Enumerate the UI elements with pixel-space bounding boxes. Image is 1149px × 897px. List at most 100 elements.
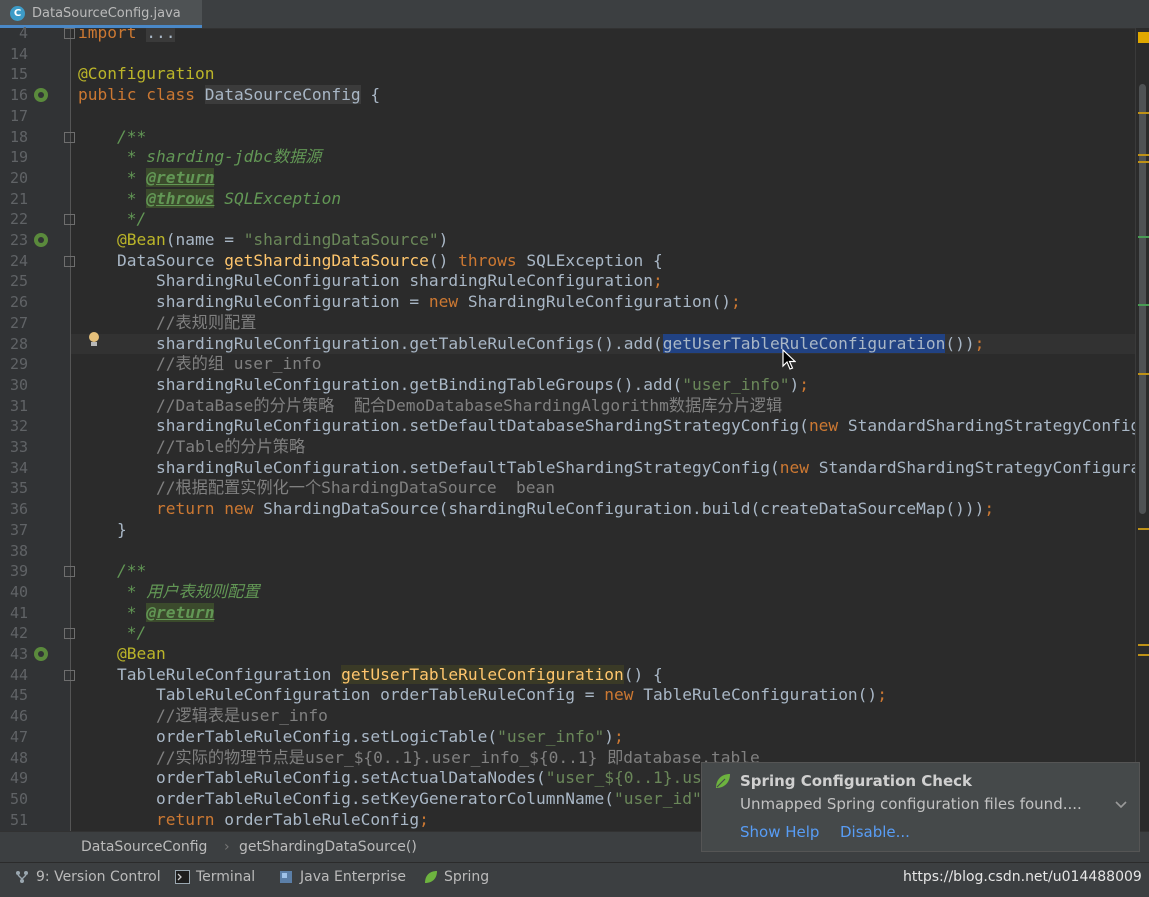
code-line: DataSource getShardingDataSource() throw… (78, 250, 663, 270)
code-line: //表规则配置 (155, 312, 257, 332)
java-enterprise-button[interactable]: Java Enterprise (279, 869, 406, 889)
show-help-link[interactable]: Show Help (740, 823, 819, 841)
code-line: return orderTableRuleConfig; (155, 809, 429, 829)
editor-tab[interactable]: C DataSourceConfig.java (0, 0, 202, 28)
line-number: 15 (9, 65, 28, 84)
line-number: 35 (9, 479, 28, 498)
line-number: 16 (9, 86, 28, 105)
line-number: 46 (9, 707, 28, 726)
code-line: orderTableRuleConfig.setLogicTable("user… (78, 726, 624, 746)
mouse-cursor-icon (782, 349, 796, 370)
spring-bean-gutter-icon[interactable] (34, 647, 48, 661)
line-number: 42 (9, 624, 28, 643)
line-number: 18 (9, 127, 28, 146)
line-number: 19 (9, 148, 28, 167)
java-enterprise-icon (280, 871, 292, 883)
line-number: 30 (9, 375, 28, 394)
spring-notification-balloon[interactable]: Spring Configuration Check Unmapped Spri… (701, 762, 1140, 852)
version-control-icon (16, 871, 28, 883)
inspection-status-icon[interactable] (1138, 32, 1149, 43)
code-line: /** (116, 126, 147, 146)
code-line: */ (78, 209, 147, 229)
code-line: orderTableRuleConfig.setKeyGeneratorColu… (78, 788, 702, 808)
line-number: 51 (9, 810, 28, 829)
editor-tab-bar: C DataSourceConfig.java (0, 0, 1149, 29)
line-number: 33 (9, 438, 28, 456)
code-line: //DataBase的分片策略 配合DemoDatabaseShardingAl… (155, 395, 783, 415)
spring-leaf-icon (716, 774, 730, 788)
spring-bean-gutter-icon[interactable] (34, 233, 48, 247)
code-line: shardingRuleConfiguration.setDefaultData… (78, 416, 1135, 436)
line-number: 47 (9, 727, 28, 746)
line-number: 17 (9, 106, 28, 125)
watermark-text: https://blog.csdn.net/u014488009 (903, 869, 1142, 885)
code-line: orderTableRuleConfig.setActualDataNodes(… (78, 768, 702, 788)
line-number: 45 (9, 686, 28, 705)
spring-button[interactable]: Spring (423, 869, 489, 889)
tool-window-bar: 9: Version Control Terminal Java Enterpr… (0, 862, 1149, 897)
breadcrumb-separator: › (224, 839, 230, 855)
notification-title: Spring Configuration Check (740, 772, 973, 790)
terminal-icon (175, 870, 190, 884)
code-line: shardingRuleConfiguration.getBindingTabl… (78, 374, 809, 394)
line-number: 22 (9, 210, 28, 229)
spring-bean-gutter-icon[interactable] (34, 88, 48, 103)
line-number: 38 (9, 541, 28, 560)
code-line: shardingRuleConfiguration.getTableRuleCo… (78, 333, 985, 353)
breadcrumb-method[interactable]: getShardingDataSource() (239, 839, 417, 855)
line-number: 39 (9, 562, 28, 581)
line-number: 50 (9, 789, 28, 808)
code-line: shardingRuleConfiguration.setDefaultTabl… (78, 457, 1135, 477)
lightbulb-icon[interactable] (88, 332, 100, 346)
code-line: @Bean (116, 644, 166, 663)
code-line: TableRuleConfiguration orderTableRuleCon… (78, 685, 887, 705)
line-number: 31 (9, 396, 28, 415)
editor-scrollbar[interactable] (1135, 28, 1149, 831)
code-line: } (78, 519, 127, 539)
code-line: * 用户表规则配置 (78, 581, 260, 601)
code-line: //逻辑表是user_info (155, 706, 328, 726)
line-number: 34 (9, 458, 28, 477)
line-number: 4 (18, 24, 28, 42)
editor-tab-label: DataSourceConfig.java (32, 6, 181, 21)
terminal-button[interactable]: Terminal (175, 869, 255, 889)
line-number-gutter[interactable]: 4 14 15 16 17 18 19 20 21 22 23 24 25 26 27 28 29 30 31 32 3… (0, 24, 75, 831)
line-number: 26 (9, 293, 28, 312)
code-line: /** (116, 561, 147, 581)
line-number: 14 (9, 44, 28, 63)
line-number: 41 (9, 603, 28, 622)
code-line: ShardingRuleConfiguration shardingRuleCo… (78, 271, 663, 291)
code-line: return new ShardingDataSource(shardingRu… (155, 499, 995, 519)
line-number: 44 (9, 665, 28, 684)
line-number: 40 (9, 582, 28, 601)
code-editor[interactable]: import ... @Configuration public class Dat… (71, 28, 1135, 831)
line-number: 27 (9, 313, 28, 332)
code-line: * @throws SQLException (78, 188, 342, 208)
line-number: 21 (9, 189, 28, 208)
disable-link[interactable]: Disable... (840, 823, 910, 841)
notification-message: Unmapped Spring configuration files foun… (740, 795, 1082, 813)
line-number: 23 (9, 231, 28, 249)
chevron-down-icon[interactable] (1114, 797, 1128, 811)
line-number: 49 (9, 769, 28, 788)
code-line: public class DataSourceConfig { (78, 85, 381, 105)
code-line: * @return (78, 167, 215, 187)
code-line: @Bean(name = "shardingDataSource") (116, 230, 449, 249)
line-number: 37 (9, 520, 28, 539)
code-line: */ (78, 623, 147, 643)
code-line: //根据配置实例化一个ShardingDataSource bean (155, 478, 556, 498)
breadcrumb-class[interactable]: DataSourceConfig (81, 839, 207, 855)
code-line: shardingRuleConfiguration = new Sharding… (78, 292, 741, 312)
code-line: //实际的物理节点是user_${0..1}.user_info_${0..1}… (155, 747, 760, 767)
spring-icon (425, 871, 437, 883)
code-line: import ... (78, 28, 176, 43)
code-line: //表的组 user_info (155, 354, 322, 374)
line-number: 25 (9, 272, 28, 291)
scrollbar-thumb[interactable] (1139, 84, 1146, 514)
version-control-button[interactable]: 9: Version Control (15, 869, 161, 889)
code-line: * @return (78, 602, 215, 622)
line-number: 36 (9, 500, 28, 519)
line-number: 32 (9, 417, 28, 436)
code-line: //Table的分片策略 (155, 437, 306, 456)
line-number: 48 (9, 748, 28, 767)
